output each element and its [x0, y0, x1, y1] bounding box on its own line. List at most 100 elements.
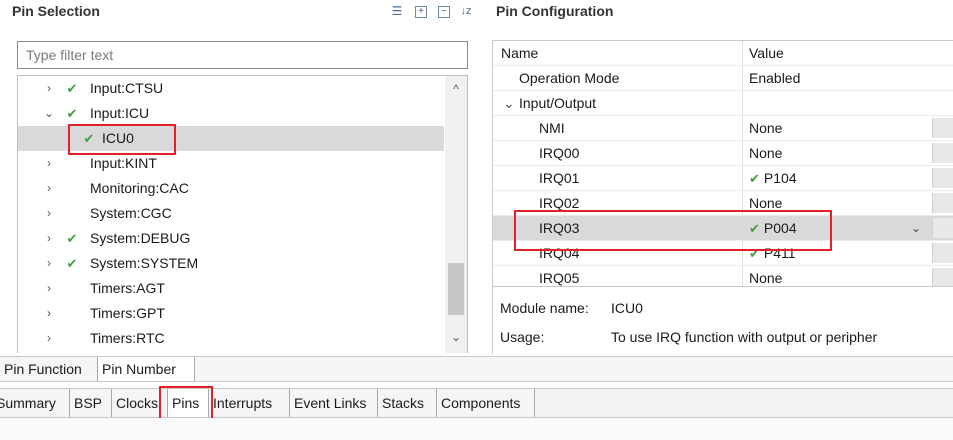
row-edit-strip[interactable]: [932, 243, 953, 263]
tree-item-icu0[interactable]: ✔ ICU0: [18, 126, 444, 151]
chevron-right-icon[interactable]: ›: [43, 76, 55, 101]
tree-item-label: System:DEBUG: [90, 230, 191, 246]
list-icon[interactable]: ☰: [389, 3, 405, 19]
check-icon: ✔: [749, 246, 760, 261]
tree-item-label: Timers:AGT: [90, 280, 165, 296]
tree-item-label: Input:KINT: [90, 155, 157, 171]
row-name: IRQ05: [539, 270, 580, 286]
expand-all-icon[interactable]: +: [415, 6, 427, 18]
table-row[interactable]: IRQ02 None: [493, 191, 953, 216]
chevron-right-icon[interactable]: ›: [43, 151, 55, 176]
row-value[interactable]: ✔ P004: [749, 216, 797, 241]
collapse-all-icon[interactable]: −: [438, 6, 450, 18]
tree-item-system-debug[interactable]: › ✔ System:DEBUG: [18, 226, 444, 251]
scrollbar-thumb[interactable]: [448, 263, 464, 315]
chevron-down-icon[interactable]: ⌄: [503, 91, 515, 116]
check-icon: ✔: [66, 231, 78, 246]
column-header-name[interactable]: Name: [501, 41, 538, 66]
tree-item-label: System:CGC: [90, 205, 172, 221]
row-value[interactable]: Enabled: [749, 66, 800, 91]
tree-item-input-icu[interactable]: ⌄ ✔ Input:ICU: [18, 101, 444, 126]
chevron-right-icon[interactable]: ›: [43, 326, 55, 351]
module-name-value: ICU0: [611, 300, 643, 316]
tree-item-label: Timers:RTC: [90, 330, 165, 346]
table-row[interactable]: Operation Mode Enabled: [493, 66, 953, 91]
scroll-down-icon[interactable]: ⌄: [445, 330, 467, 344]
row-value[interactable]: None: [749, 116, 782, 141]
row-value-text: P104: [763, 170, 797, 186]
details-pane: Module name: ICU0 Usage: To use IRQ func…: [492, 286, 953, 354]
row-edit-strip[interactable]: [932, 143, 953, 163]
tree-item-timers-rtc[interactable]: › Timers:RTC: [18, 326, 444, 351]
tab-clocks[interactable]: Clocks: [112, 389, 168, 417]
row-value[interactable]: ✔ P411: [749, 241, 796, 266]
check-icon: ✔: [66, 256, 78, 271]
pin-selection-tree: › ✔ Input:CTSU ⌄ ✔ Input:ICU ✔ ICU0 › In…: [17, 75, 468, 353]
tree-item-input-kint[interactable]: › Input:KINT: [18, 151, 444, 176]
chevron-right-icon[interactable]: ›: [43, 301, 55, 326]
sort-az-icon[interactable]: ↓z: [458, 3, 474, 19]
row-name: Input/Output: [519, 95, 597, 111]
row-name: NMI: [539, 120, 565, 136]
row-value[interactable]: None: [749, 141, 782, 166]
tree-item-label: Monitoring:CAC: [90, 180, 189, 196]
pin-configuration-title: Pin Configuration: [496, 3, 614, 19]
tree-item-label: System:SYSTEM: [90, 255, 199, 271]
tree-scrollbar[interactable]: ^ ⌄: [445, 76, 467, 353]
row-value[interactable]: None: [749, 266, 782, 286]
chevron-right-icon[interactable]: ›: [43, 201, 55, 226]
tab-summary[interactable]: Summary: [0, 389, 70, 417]
row-value-text: P411: [763, 245, 796, 261]
table-row[interactable]: IRQ01 ✔ P104: [493, 166, 953, 191]
tree-item-timers-gpt[interactable]: › Timers:GPT: [18, 301, 444, 326]
tree-item-system-system[interactable]: › ✔ System:SYSTEM: [18, 251, 444, 276]
table-header: Name Value: [493, 41, 953, 66]
row-value[interactable]: None: [749, 191, 782, 216]
tab-event-links[interactable]: Event Links: [290, 389, 378, 417]
tree-item-label: Input:ICU: [90, 105, 150, 121]
tab-bsp[interactable]: BSP: [70, 389, 112, 417]
table-row-group[interactable]: ⌄ Input/Output: [493, 91, 953, 116]
check-icon: ✔: [749, 171, 760, 186]
row-name: IRQ01: [539, 170, 580, 186]
tree-item-input-ctsu[interactable]: › ✔ Input:CTSU: [18, 76, 444, 101]
pin-view-tabs: Pin Function Pin Number: [0, 356, 953, 382]
tree-item-label: Input:CTSU: [90, 80, 164, 96]
row-edit-strip[interactable]: [932, 193, 953, 213]
row-edit-strip[interactable]: [932, 118, 953, 138]
column-header-value[interactable]: Value: [749, 41, 784, 66]
row-value[interactable]: ✔ P104: [749, 166, 797, 191]
check-icon: ✔: [66, 106, 78, 121]
tab-pin-function[interactable]: Pin Function: [0, 357, 98, 381]
row-name: IRQ04: [539, 245, 580, 261]
usage-value: To use IRQ function with output or perip…: [611, 329, 878, 345]
tree-item-monitoring-cac[interactable]: › Monitoring:CAC: [18, 176, 444, 201]
chevron-right-icon[interactable]: ›: [43, 276, 55, 301]
tab-components[interactable]: Components: [437, 389, 535, 417]
table-row-irq03[interactable]: IRQ03 ✔ P004 ⌄: [493, 216, 953, 241]
row-edit-strip[interactable]: [932, 218, 953, 238]
scroll-up-icon[interactable]: ^: [445, 82, 467, 96]
tab-pin-number[interactable]: Pin Number: [98, 357, 195, 381]
tab-pins[interactable]: Pins: [168, 389, 209, 417]
tree-item-system-cgc[interactable]: › System:CGC: [18, 201, 444, 226]
row-name: Operation Mode: [519, 70, 620, 86]
row-name: IRQ00: [539, 145, 580, 161]
table-row[interactable]: IRQ05 None: [493, 266, 953, 286]
tab-stacks[interactable]: Stacks: [378, 389, 437, 417]
chevron-down-icon[interactable]: ⌄: [43, 101, 55, 126]
filter-input[interactable]: Type filter text: [17, 41, 468, 69]
table-row[interactable]: IRQ04 ✔ P411: [493, 241, 953, 266]
dropdown-chevron-icon[interactable]: ⌄: [911, 216, 921, 241]
table-row[interactable]: NMI None: [493, 116, 953, 141]
table-row[interactable]: IRQ00 None: [493, 141, 953, 166]
tab-interrupts[interactable]: Interrupts: [209, 389, 290, 417]
chevron-right-icon[interactable]: ›: [43, 176, 55, 201]
tree-item-label: ICU0: [102, 130, 134, 146]
chevron-right-icon[interactable]: ›: [43, 226, 55, 251]
row-edit-strip[interactable]: [932, 168, 953, 188]
tree-item-timers-agt[interactable]: › Timers:AGT: [18, 276, 444, 301]
row-edit-strip[interactable]: [932, 268, 953, 286]
pin-configuration-table: Name Value Operation Mode Enabled ⌄ Inpu…: [492, 40, 953, 286]
chevron-right-icon[interactable]: ›: [43, 251, 55, 276]
